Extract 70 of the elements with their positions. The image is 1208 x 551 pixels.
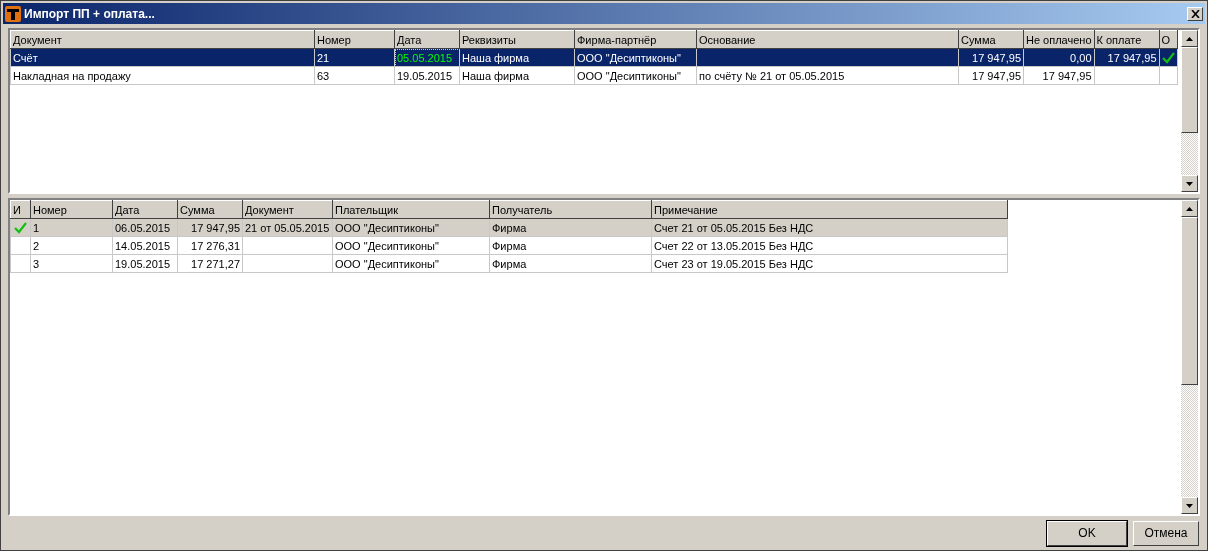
table-cell: 17 947,95: [1107, 51, 1157, 64]
table-cell: ООО "Десиптиконы": [335, 239, 439, 252]
column-header[interactable]: Примечание: [651, 200, 1008, 219]
table-cell: 0,00: [1070, 51, 1092, 64]
close-icon: [1190, 9, 1200, 18]
table-cell: Счет 22 от 13.05.2015 Без НДС: [654, 239, 814, 252]
table-cell: 05.05.2015: [397, 51, 453, 64]
column-header[interactable]: Дата: [394, 30, 460, 49]
ok-button[interactable]: OK: [1047, 520, 1127, 546]
column-header[interactable]: К оплате: [1094, 30, 1160, 49]
column-header[interactable]: Реквизиты: [459, 30, 575, 49]
table-cell: 19.05.2015: [397, 69, 453, 82]
column-header[interactable]: Номер: [30, 200, 113, 219]
table-cell: Счет 23 от 19.05.2015 Без НДС: [654, 257, 814, 270]
scroll-up-button[interactable]: [1181, 200, 1198, 217]
up-arrow-icon: [1186, 36, 1193, 41]
vertical-scrollbar[interactable]: [1181, 30, 1198, 192]
column-header[interactable]: Сумма: [958, 30, 1024, 49]
table-cell: ООО "Десиптиконы": [335, 257, 439, 270]
column-header[interactable]: Основание: [696, 30, 959, 49]
table-cell: Наша фирма: [462, 51, 530, 64]
window-title: Импорт ПП + оплата...: [24, 6, 155, 21]
column-header[interactable]: Плательщик: [332, 200, 490, 219]
table-cell: Фирма: [492, 221, 527, 234]
table-cell: 2: [33, 239, 40, 252]
table-cell: ООО "Десиптиконы": [577, 69, 681, 82]
table-cell: по счёту № 21 от 05.05.2015: [699, 69, 845, 82]
table-cell: 06.05.2015: [115, 221, 171, 234]
vertical-scrollbar[interactable]: [1181, 200, 1198, 514]
column-header[interactable]: Дата: [112, 200, 178, 219]
table-cell: ООО "Десиптиконы": [335, 221, 439, 234]
scroll-up-button[interactable]: [1181, 30, 1198, 47]
table-cell: Накладная на продажу: [13, 69, 131, 82]
table-cell: 19.05.2015: [115, 257, 171, 270]
down-arrow-icon: [1186, 181, 1193, 186]
column-header[interactable]: Документ: [10, 30, 315, 49]
table-cell: 17 947,95: [1042, 69, 1092, 82]
column-header[interactable]: Номер: [314, 30, 395, 49]
table-cell: 17 276,31: [191, 239, 240, 252]
column-header[interactable]: Сумма: [177, 200, 243, 219]
scroll-down-button[interactable]: [1181, 175, 1198, 192]
up-arrow-icon: [1186, 206, 1193, 211]
column-header[interactable]: Фирма-партнёр: [574, 30, 697, 49]
table-cell: 17 271,27: [191, 257, 240, 270]
scroll-thumb[interactable]: [1181, 217, 1198, 385]
cancel-button[interactable]: Отмена: [1133, 520, 1199, 546]
app-icon: [5, 5, 21, 22]
table-cell: 14.05.2015: [115, 239, 171, 252]
scroll-thumb[interactable]: [1181, 47, 1198, 133]
table-cell: Счёт: [13, 51, 38, 64]
table-cell: ООО "Десиптиконы": [577, 51, 681, 64]
table-cell: 17 947,95: [191, 221, 240, 234]
table-cell: Фирма: [492, 239, 527, 252]
table-cell: 1: [33, 221, 40, 234]
table-cell: Фирма: [492, 257, 527, 270]
column-header[interactable]: Документ: [242, 200, 333, 219]
table-cell: 21: [317, 51, 330, 64]
column-header[interactable]: Получатель: [489, 200, 652, 219]
column-header[interactable]: И: [10, 200, 31, 219]
table-cell: 17 947,95: [972, 69, 1021, 82]
scroll-down-button[interactable]: [1181, 497, 1198, 514]
table-cell: 63: [317, 69, 330, 82]
table-cell: 3: [33, 257, 40, 270]
close-button[interactable]: [1187, 6, 1203, 21]
table-cell: Наша фирма: [462, 69, 530, 82]
table-cell: 17 947,95: [972, 51, 1021, 64]
down-arrow-icon: [1186, 503, 1193, 508]
table-cell: 21 от 05.05.2015: [245, 221, 330, 234]
column-header[interactable]: Не оплачено: [1023, 30, 1095, 49]
table-cell: Счет 21 от 05.05.2015 Без НДС: [654, 221, 814, 234]
